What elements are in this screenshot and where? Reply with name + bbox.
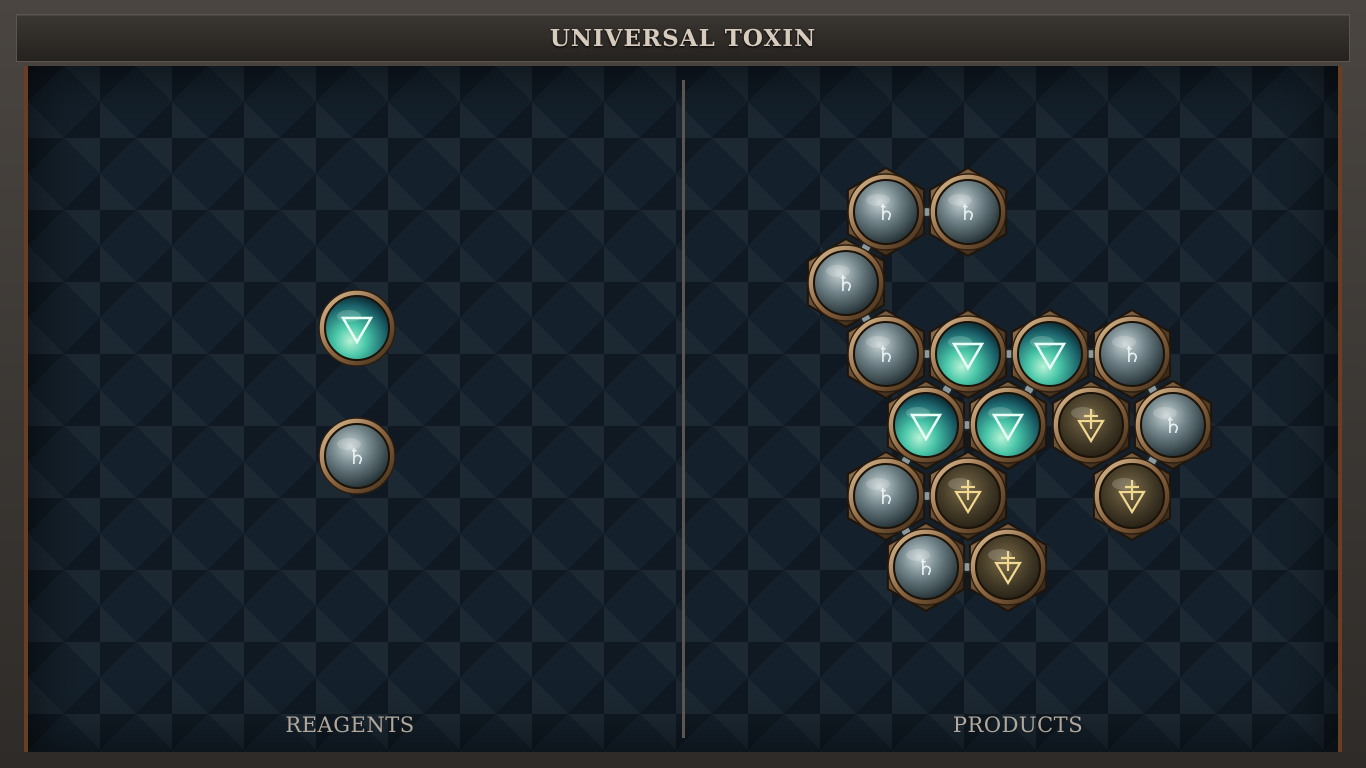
lead-symbol-icon: ♄	[347, 445, 367, 470]
lead-symbol-icon: ♄	[876, 343, 896, 368]
product-atom-lead: ♄	[929, 173, 1007, 251]
lead-symbol-icon: ♄	[876, 201, 896, 226]
product-atom-salt-orb	[1017, 321, 1083, 387]
product-atom-poison	[1093, 457, 1171, 535]
reagent-layer: ♄	[318, 289, 396, 495]
product-atom-salt	[1011, 315, 1089, 393]
lead-symbol-icon: ♄	[836, 272, 856, 297]
lead-symbol-icon: ♄	[916, 556, 936, 581]
product-atom-salt-orb	[975, 392, 1041, 458]
lead-symbol-icon: ♄	[1163, 414, 1183, 439]
product-atom-salt	[887, 386, 965, 464]
product-atom-salt-orb	[893, 392, 959, 458]
product-atom-lead: ♄	[1134, 386, 1212, 464]
lead-symbol-icon: ♄	[958, 201, 978, 226]
product-atom-lead: ♄	[1093, 315, 1171, 393]
product-atom-poison	[929, 457, 1007, 535]
product-atom-lead: ♄	[807, 244, 885, 322]
product-atom-salt-highlight	[948, 336, 972, 348]
product-atom-lead: ♄	[847, 173, 925, 251]
product-atom-salt-orb	[935, 321, 1001, 387]
lead-symbol-icon: ♄	[1122, 343, 1142, 368]
lead-reagent[interactable]: ♄	[318, 417, 396, 495]
product-atom-poison	[1052, 386, 1130, 464]
game-frame: UNIVERSAL TOXIN REAGENTS PRODUCTS ♄ ♄ ♄ …	[0, 0, 1366, 768]
product-atom-salt-highlight	[1030, 336, 1054, 348]
salt-reagent-highlight	[337, 310, 361, 322]
product-atom-salt-highlight	[988, 407, 1012, 419]
product-atom-poison	[969, 528, 1047, 606]
product-atom-salt	[969, 386, 1047, 464]
product-atom-salt-highlight	[906, 407, 930, 419]
product-atom-lead: ♄	[847, 315, 925, 393]
salt-reagent[interactable]	[318, 289, 396, 367]
product-atom-lead: ♄	[847, 457, 925, 535]
product-atom-lead: ♄	[887, 528, 965, 606]
product-atom-salt	[929, 315, 1007, 393]
lead-symbol-icon: ♄	[876, 485, 896, 510]
salt-reagent-orb	[324, 295, 390, 361]
molecule-canvas: ♄ ♄ ♄ ♄ ♄ ♄ ♄ ♄ ♄	[318, 166, 1213, 613]
